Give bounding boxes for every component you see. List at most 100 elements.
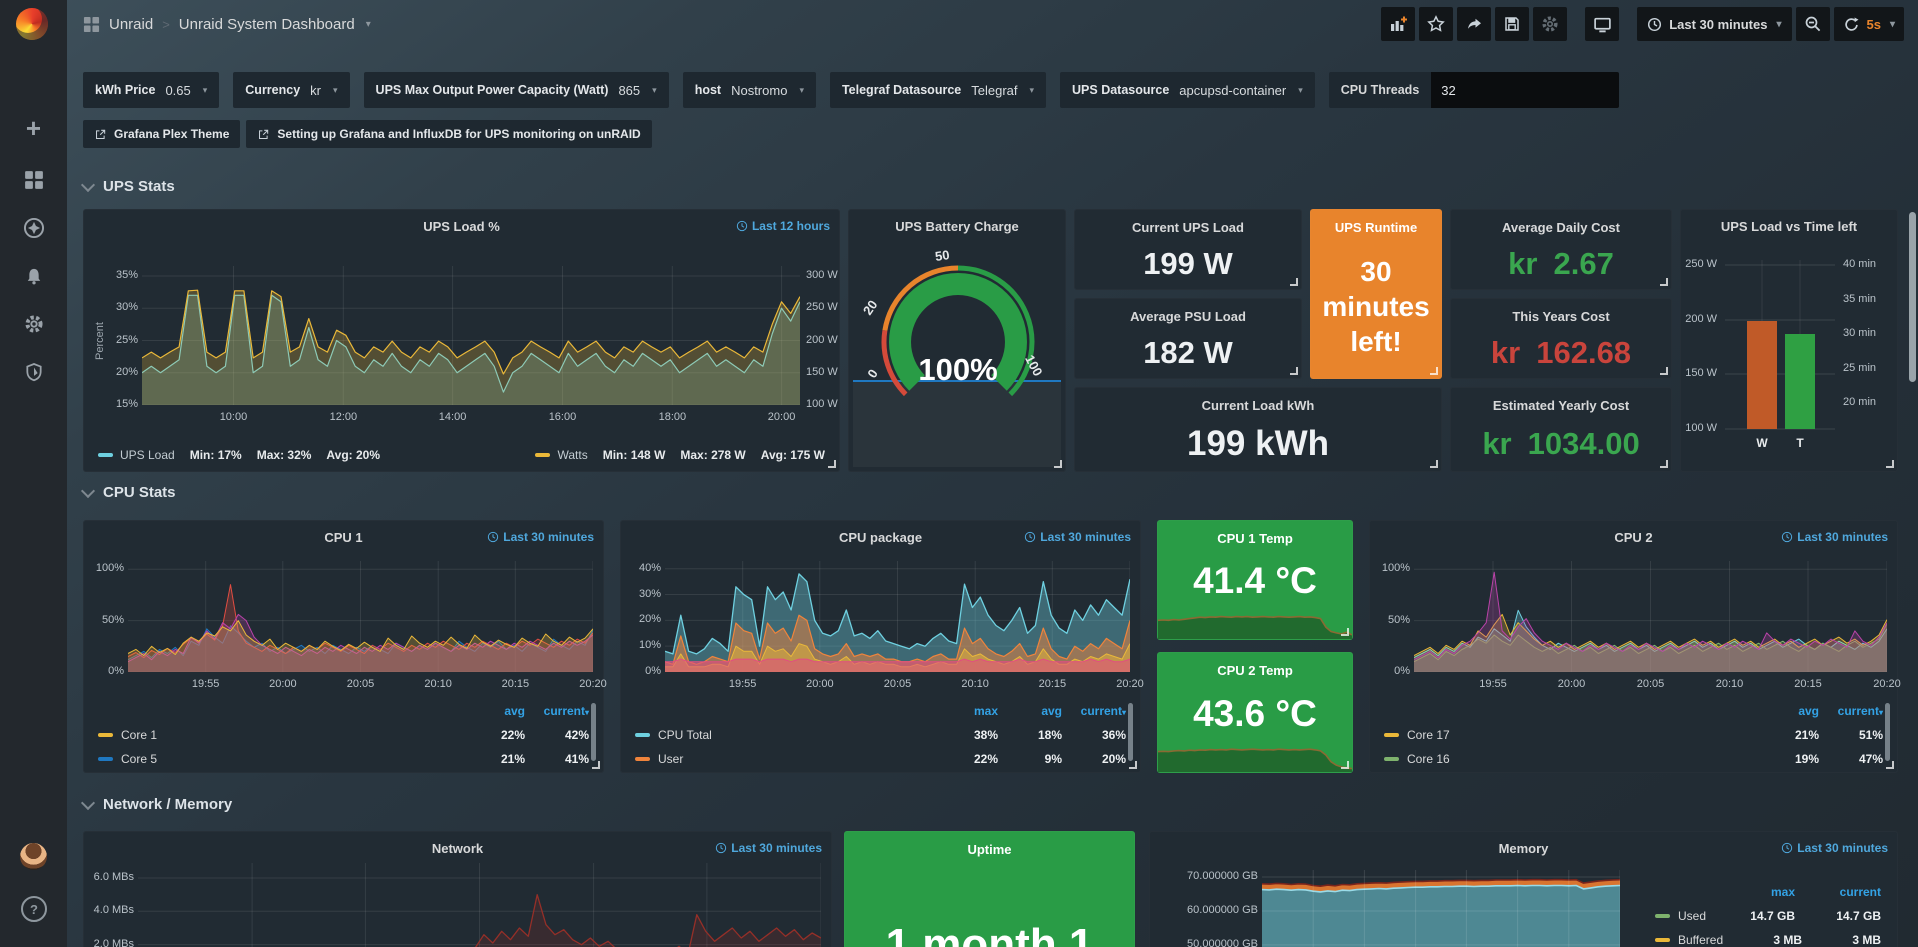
cpu1-chart[interactable] xyxy=(128,561,593,672)
cpu-package-legend: maxavgcurrent▾CPU Total38%18%36%User22%9… xyxy=(635,699,1126,771)
network-chart[interactable] xyxy=(138,863,821,947)
link-grafana-plex-theme[interactable]: Grafana Plex Theme xyxy=(83,120,240,148)
cpu2-chart[interactable] xyxy=(1414,561,1887,672)
stat-title[interactable]: Estimated Yearly Cost xyxy=(1451,398,1671,413)
legend-scrollbar[interactable] xyxy=(1128,703,1133,761)
axis-tick: 250 W xyxy=(806,301,838,313)
grafana-logo-icon[interactable] xyxy=(16,8,48,40)
legend-sort-current[interactable]: current▾ xyxy=(525,704,589,718)
axis-tick: 100% xyxy=(1382,562,1410,574)
variable-host[interactable]: host Nostromo▾ xyxy=(683,72,816,108)
panel-title[interactable]: UPS Load % xyxy=(84,219,839,234)
bar-W[interactable] xyxy=(1747,321,1777,429)
clock-icon xyxy=(715,842,727,854)
variable-ups-datasource[interactable]: UPS Datasource apcupsd-container▾ xyxy=(1060,72,1315,108)
battery-gauge[interactable]: 0 20 50 100 100% xyxy=(863,250,1053,400)
stat-title[interactable]: CPU 1 Temp xyxy=(1158,531,1352,546)
configuration-gear-icon[interactable] xyxy=(0,306,67,342)
cpu-package-chart[interactable] xyxy=(665,561,1130,672)
stat-title[interactable]: This Years Cost xyxy=(1451,309,1671,324)
section-ups-stats[interactable]: UPS Stats xyxy=(83,178,175,195)
axis-tick: 10% xyxy=(639,639,661,651)
stat-title[interactable]: Uptime xyxy=(845,842,1134,857)
legend-series-label[interactable]: CPU Total xyxy=(635,728,934,742)
add-panel-button[interactable] xyxy=(1381,7,1415,41)
ups-load-vs-time-chart[interactable]: 250 W200 W150 W100 W40 min35 min30 min25… xyxy=(1681,210,1899,473)
legend-avg: Avg: 20% xyxy=(326,448,380,462)
section-cpu-stats[interactable]: CPU Stats xyxy=(83,484,176,501)
legend-series-label[interactable]: Core 5 xyxy=(98,752,461,766)
tv-kiosk-button[interactable] xyxy=(1585,7,1619,41)
legend-series-label[interactable]: Core 17 xyxy=(1384,728,1755,742)
legend-series-label[interactable]: Core 16 xyxy=(1384,752,1755,766)
stat-title[interactable]: Current Load kWh xyxy=(1075,398,1441,413)
legend-sort-avg[interactable]: avg xyxy=(1755,704,1819,718)
page-scrollbar[interactable] xyxy=(1909,212,1916,382)
legend-scrollbar[interactable] xyxy=(591,703,596,761)
alerting-bell-icon[interactable] xyxy=(0,258,67,294)
legend-series-label[interactable]: Used xyxy=(1655,909,1709,923)
ups-load-chart[interactable] xyxy=(142,266,800,405)
stat-title[interactable]: UPS Runtime xyxy=(1311,220,1441,235)
time-range-link[interactable]: Last 30 minutes xyxy=(1781,841,1888,855)
legend-series-label[interactable]: UPS Load xyxy=(120,448,175,462)
legend-series-label[interactable]: Watts xyxy=(557,448,587,462)
axis-tick: 20% xyxy=(116,366,138,378)
user-avatar[interactable] xyxy=(20,843,47,870)
axis-tick: 19:55 xyxy=(1479,678,1507,690)
share-button[interactable] xyxy=(1457,7,1491,41)
memory-chart[interactable] xyxy=(1262,870,1620,947)
cpu-threads-input[interactable] xyxy=(1431,72,1619,108)
axis-tick: 150 W xyxy=(806,366,838,378)
help-icon[interactable]: ? xyxy=(21,896,47,922)
bar-T[interactable] xyxy=(1785,334,1815,429)
apps-grid-icon[interactable] xyxy=(83,16,100,33)
panel-ups-runtime: UPS Runtime 30 minutes left! xyxy=(1310,209,1442,379)
variable-ups-max-output[interactable]: UPS Max Output Power Capacity (Watt) 865… xyxy=(364,72,669,108)
variable-currency[interactable]: Currency kr▾ xyxy=(233,72,349,108)
stat-title[interactable]: CPU 2 Temp xyxy=(1158,663,1352,678)
time-range-link[interactable]: Last 30 minutes xyxy=(715,841,822,855)
legend-sort-max[interactable]: max xyxy=(1709,885,1795,899)
link-ups-monitoring-guide[interactable]: Setting up Grafana and InfluxDB for UPS … xyxy=(246,120,651,148)
legend-scrollbar[interactable] xyxy=(1885,703,1890,761)
save-button[interactable] xyxy=(1495,7,1529,41)
panel-ups-battery-charge: UPS Battery Charge 0 20 50 100 100% xyxy=(848,209,1066,472)
time-range-link[interactable]: Last 30 minutes xyxy=(487,530,594,544)
legend-sort-current[interactable]: current▾ xyxy=(1062,704,1126,718)
stat-title[interactable]: Average Daily Cost xyxy=(1451,220,1671,235)
chevron-down-icon[interactable]: ▾ xyxy=(1890,19,1895,30)
zoom-out-button[interactable] xyxy=(1796,7,1830,41)
time-range-link[interactable]: Last 30 minutes xyxy=(1781,530,1888,544)
explore-compass-icon[interactable] xyxy=(0,210,67,246)
dashboards-icon[interactable] xyxy=(0,162,67,198)
variable-telegraf-datasource[interactable]: Telegraf Datasource Telegraf▾ xyxy=(830,72,1046,108)
stat-title[interactable]: Current UPS Load xyxy=(1075,220,1301,235)
panel-title[interactable]: UPS Battery Charge xyxy=(849,219,1065,234)
refresh-button[interactable]: 5s ▾ xyxy=(1834,7,1905,41)
stat-title[interactable]: Average PSU Load xyxy=(1075,309,1301,324)
variable-label: Currency xyxy=(245,83,300,97)
star-button[interactable] xyxy=(1419,7,1453,41)
panel-cpu1: CPU 1 Last 30 minutes 100%50%0% 19:5520:… xyxy=(83,520,604,773)
legend-series-label[interactable]: User xyxy=(635,752,934,766)
refresh-interval-label[interactable]: 5s xyxy=(1867,17,1881,32)
dashboard-settings-gear-icon[interactable] xyxy=(1533,7,1567,41)
server-admin-shield-icon[interactable] xyxy=(0,354,67,390)
legend-sort-current[interactable]: current xyxy=(1795,885,1881,899)
create-icon[interactable]: + xyxy=(0,110,67,146)
legend-series-label[interactable]: Buffered xyxy=(1655,933,1723,947)
time-range-picker[interactable]: Last 30 minutes ▾ xyxy=(1637,7,1791,41)
legend-sort-current[interactable]: current▾ xyxy=(1819,704,1883,718)
time-range-link[interactable]: Last 30 minutes xyxy=(1024,530,1131,544)
breadcrumb-dashboard-title[interactable]: Unraid System Dashboard xyxy=(179,16,355,33)
legend-sort-avg[interactable]: avg xyxy=(461,704,525,718)
section-network-memory[interactable]: Network / Memory xyxy=(83,796,232,813)
time-range-link[interactable]: Last 12 hours xyxy=(736,219,830,233)
legend-sort-max[interactable]: max xyxy=(934,704,998,718)
legend-series-label[interactable]: Core 1 xyxy=(98,728,461,742)
chevron-down-icon[interactable]: ▾ xyxy=(366,19,371,30)
variable-kwh-price[interactable]: kWh Price 0.65▾ xyxy=(83,72,219,108)
legend-sort-avg[interactable]: avg xyxy=(998,704,1062,718)
breadcrumb-folder[interactable]: Unraid xyxy=(109,16,153,33)
